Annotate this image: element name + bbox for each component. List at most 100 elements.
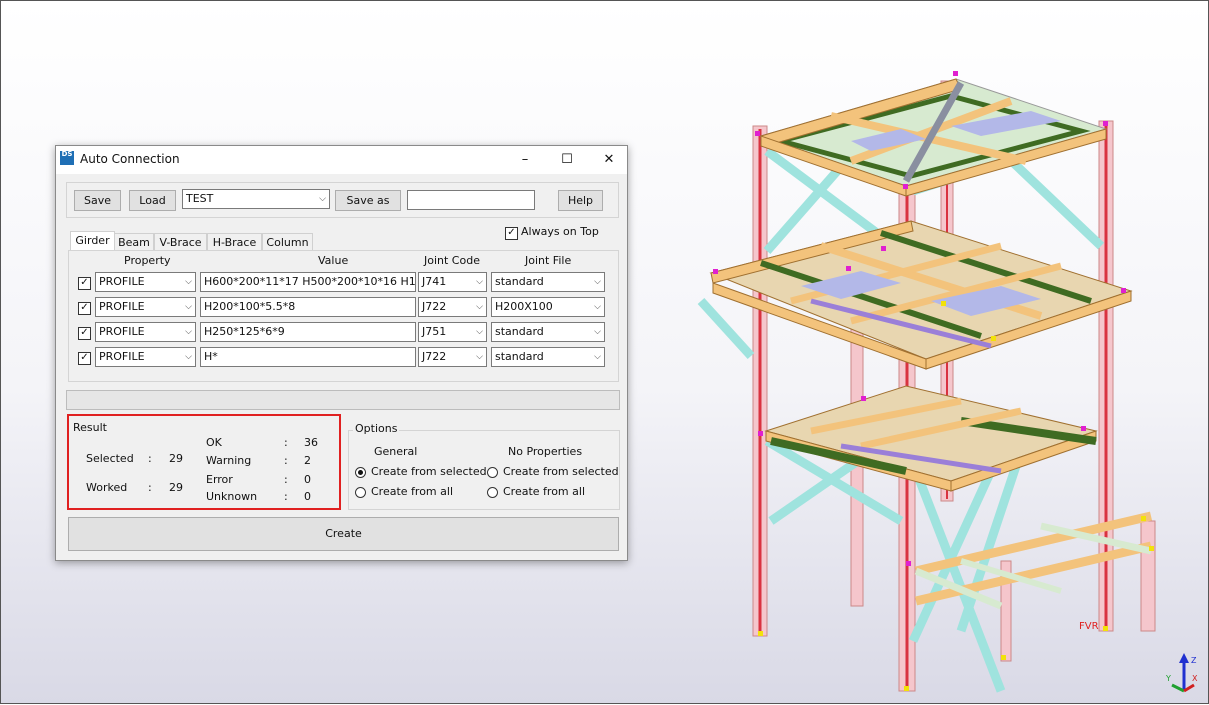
row-3-joint-file: standard [495,325,544,338]
value-column-header: Value [318,254,349,267]
lower-floor [764,385,1098,492]
preset-select[interactable]: TEST ⌵ [182,189,330,209]
help-button[interactable]: Help [558,190,603,211]
ok-separator: : [284,436,288,449]
dialog-titlebar[interactable]: DS Auto Connection – ☐ ✕ [56,146,627,174]
row-2-property-select[interactable]: PROFILE ⌵ [95,297,196,317]
row-4-joint-file-select[interactable]: standard ⌵ [491,347,605,367]
row-4-joint-code: J722 [422,350,447,363]
create-button[interactable]: Create [68,517,619,551]
ok-label: OK [206,436,222,449]
row-3-checkbox[interactable]: ✓ [78,327,91,340]
worked-separator: : [148,481,152,494]
tab-beam[interactable]: Beam [114,233,154,251]
chevron-down-icon: ⌵ [476,327,483,337]
row-2-joint-code-select[interactable]: J722 ⌵ [418,297,487,317]
always-on-top-label: Always on Top [521,225,599,238]
row-4-property-select[interactable]: PROFILE ⌵ [95,347,196,367]
row-2-property: PROFILE [99,300,145,313]
tab-v-brace[interactable]: V-Brace [154,233,207,251]
row-3-joint-file-select[interactable]: standard ⌵ [491,322,605,342]
general-from-all-label: Create from all [371,485,453,498]
unknown-count: 0 [304,490,311,503]
row-2-value-input[interactable]: H200*100*5.5*8 [200,297,416,317]
row-1-joint-file-select[interactable]: standard ⌵ [491,272,605,292]
row-3-property-select[interactable]: PROFILE ⌵ [95,322,196,342]
no-properties-label: No Properties [508,445,583,458]
chevron-down-icon: ⌵ [476,352,483,362]
selected-separator: : [148,452,152,465]
selected-count: 29 [169,452,183,465]
save-as-name-input[interactable] [407,190,535,210]
axis-triad-icon: Z X Y [1166,653,1198,693]
save-button[interactable]: Save [74,190,121,211]
noprop-from-selected-radio[interactable] [487,467,498,478]
options-group-title: Options [353,422,400,435]
unknown-separator: : [284,490,288,503]
row-2-checkbox[interactable]: ✓ [78,302,91,315]
row-3-joint-code: J751 [422,325,447,338]
row-3-joint-code-select[interactable]: J751 ⌵ [418,322,487,342]
row-1-value-input[interactable]: H600*200*11*17 H500*200*10*16 H194*150 [200,272,416,292]
warning-count: 2 [304,454,311,467]
property-column-header: Property [124,254,171,267]
chevron-down-icon: ⌵ [319,194,326,204]
row-4-joint-code-select[interactable]: J722 ⌵ [418,347,487,367]
joint-code-column-header: Joint Code [424,254,480,267]
row-4-property: PROFILE [99,350,145,363]
chevron-down-icon: ⌵ [594,302,601,312]
error-label: Error [206,473,233,486]
progress-bar [66,390,620,410]
chevron-down-icon: ⌵ [185,302,192,312]
chevron-down-icon: ⌵ [185,352,192,362]
row-1-joint-file: standard [495,275,544,288]
tab-girder[interactable]: Girder [70,231,115,251]
noprop-from-all-radio[interactable] [487,487,498,498]
warning-separator: : [284,454,288,467]
general-from-selected-label: Create from selected [371,465,487,478]
row-4-joint-file: standard [495,350,544,363]
general-from-selected-radio[interactable] [355,467,366,478]
row-2-joint-file-select[interactable]: H200X100 ⌵ [491,297,605,317]
noprop-from-selected-label: Create from selected [503,465,619,478]
save-as-button[interactable]: Save as [335,190,401,211]
maximize-button[interactable]: ☐ [545,146,589,174]
axis-z-label: Z [1191,656,1197,665]
general-label: General [374,445,418,458]
axis-x-label: X [1192,674,1198,683]
row-1-joint-code: J741 [422,275,447,288]
worked-count: 29 [169,481,183,494]
row-1-property: PROFILE [99,275,145,288]
auto-connection-dialog: DS Auto Connection – ☐ ✕ Save Load TEST … [55,145,628,561]
chevron-down-icon: ⌵ [594,277,601,287]
close-button[interactable]: ✕ [587,146,631,174]
warning-label: Warning [206,454,252,467]
unknown-label: Unknown [206,490,258,503]
chevron-down-icon: ⌵ [476,302,483,312]
row-1-joint-code-select[interactable]: J741 ⌵ [418,272,487,292]
minimize-button[interactable]: – [503,146,547,174]
dialog-title: Auto Connection [80,152,180,166]
row-3-value-input[interactable]: H250*125*6*9 [200,322,416,342]
worked-label: Worked [86,481,128,494]
row-1-property-select[interactable]: PROFILE ⌵ [95,272,196,292]
ok-count: 36 [304,436,318,449]
axis-y-label: Y [1166,674,1171,683]
always-on-top-checkbox[interactable]: ✓ [505,227,518,240]
row-1-checkbox[interactable]: ✓ [78,277,91,290]
noprop-from-all-label: Create from all [503,485,585,498]
load-button[interactable]: Load [129,190,176,211]
row-4-checkbox[interactable]: ✓ [78,352,91,365]
joint-file-column-header: Joint File [525,254,572,267]
tab-h-brace[interactable]: H-Brace [207,233,262,251]
row-4-value-input[interactable]: H* [200,347,416,367]
error-count: 0 [304,473,311,486]
selected-label: Selected [86,452,134,465]
error-separator: : [284,473,288,486]
model-marker-text: FVR [1079,621,1099,632]
row-3-property: PROFILE [99,325,145,338]
tab-column[interactable]: Column [262,233,313,251]
chevron-down-icon: ⌵ [185,327,192,337]
chevron-down-icon: ⌵ [594,352,601,362]
general-from-all-radio[interactable] [355,487,366,498]
